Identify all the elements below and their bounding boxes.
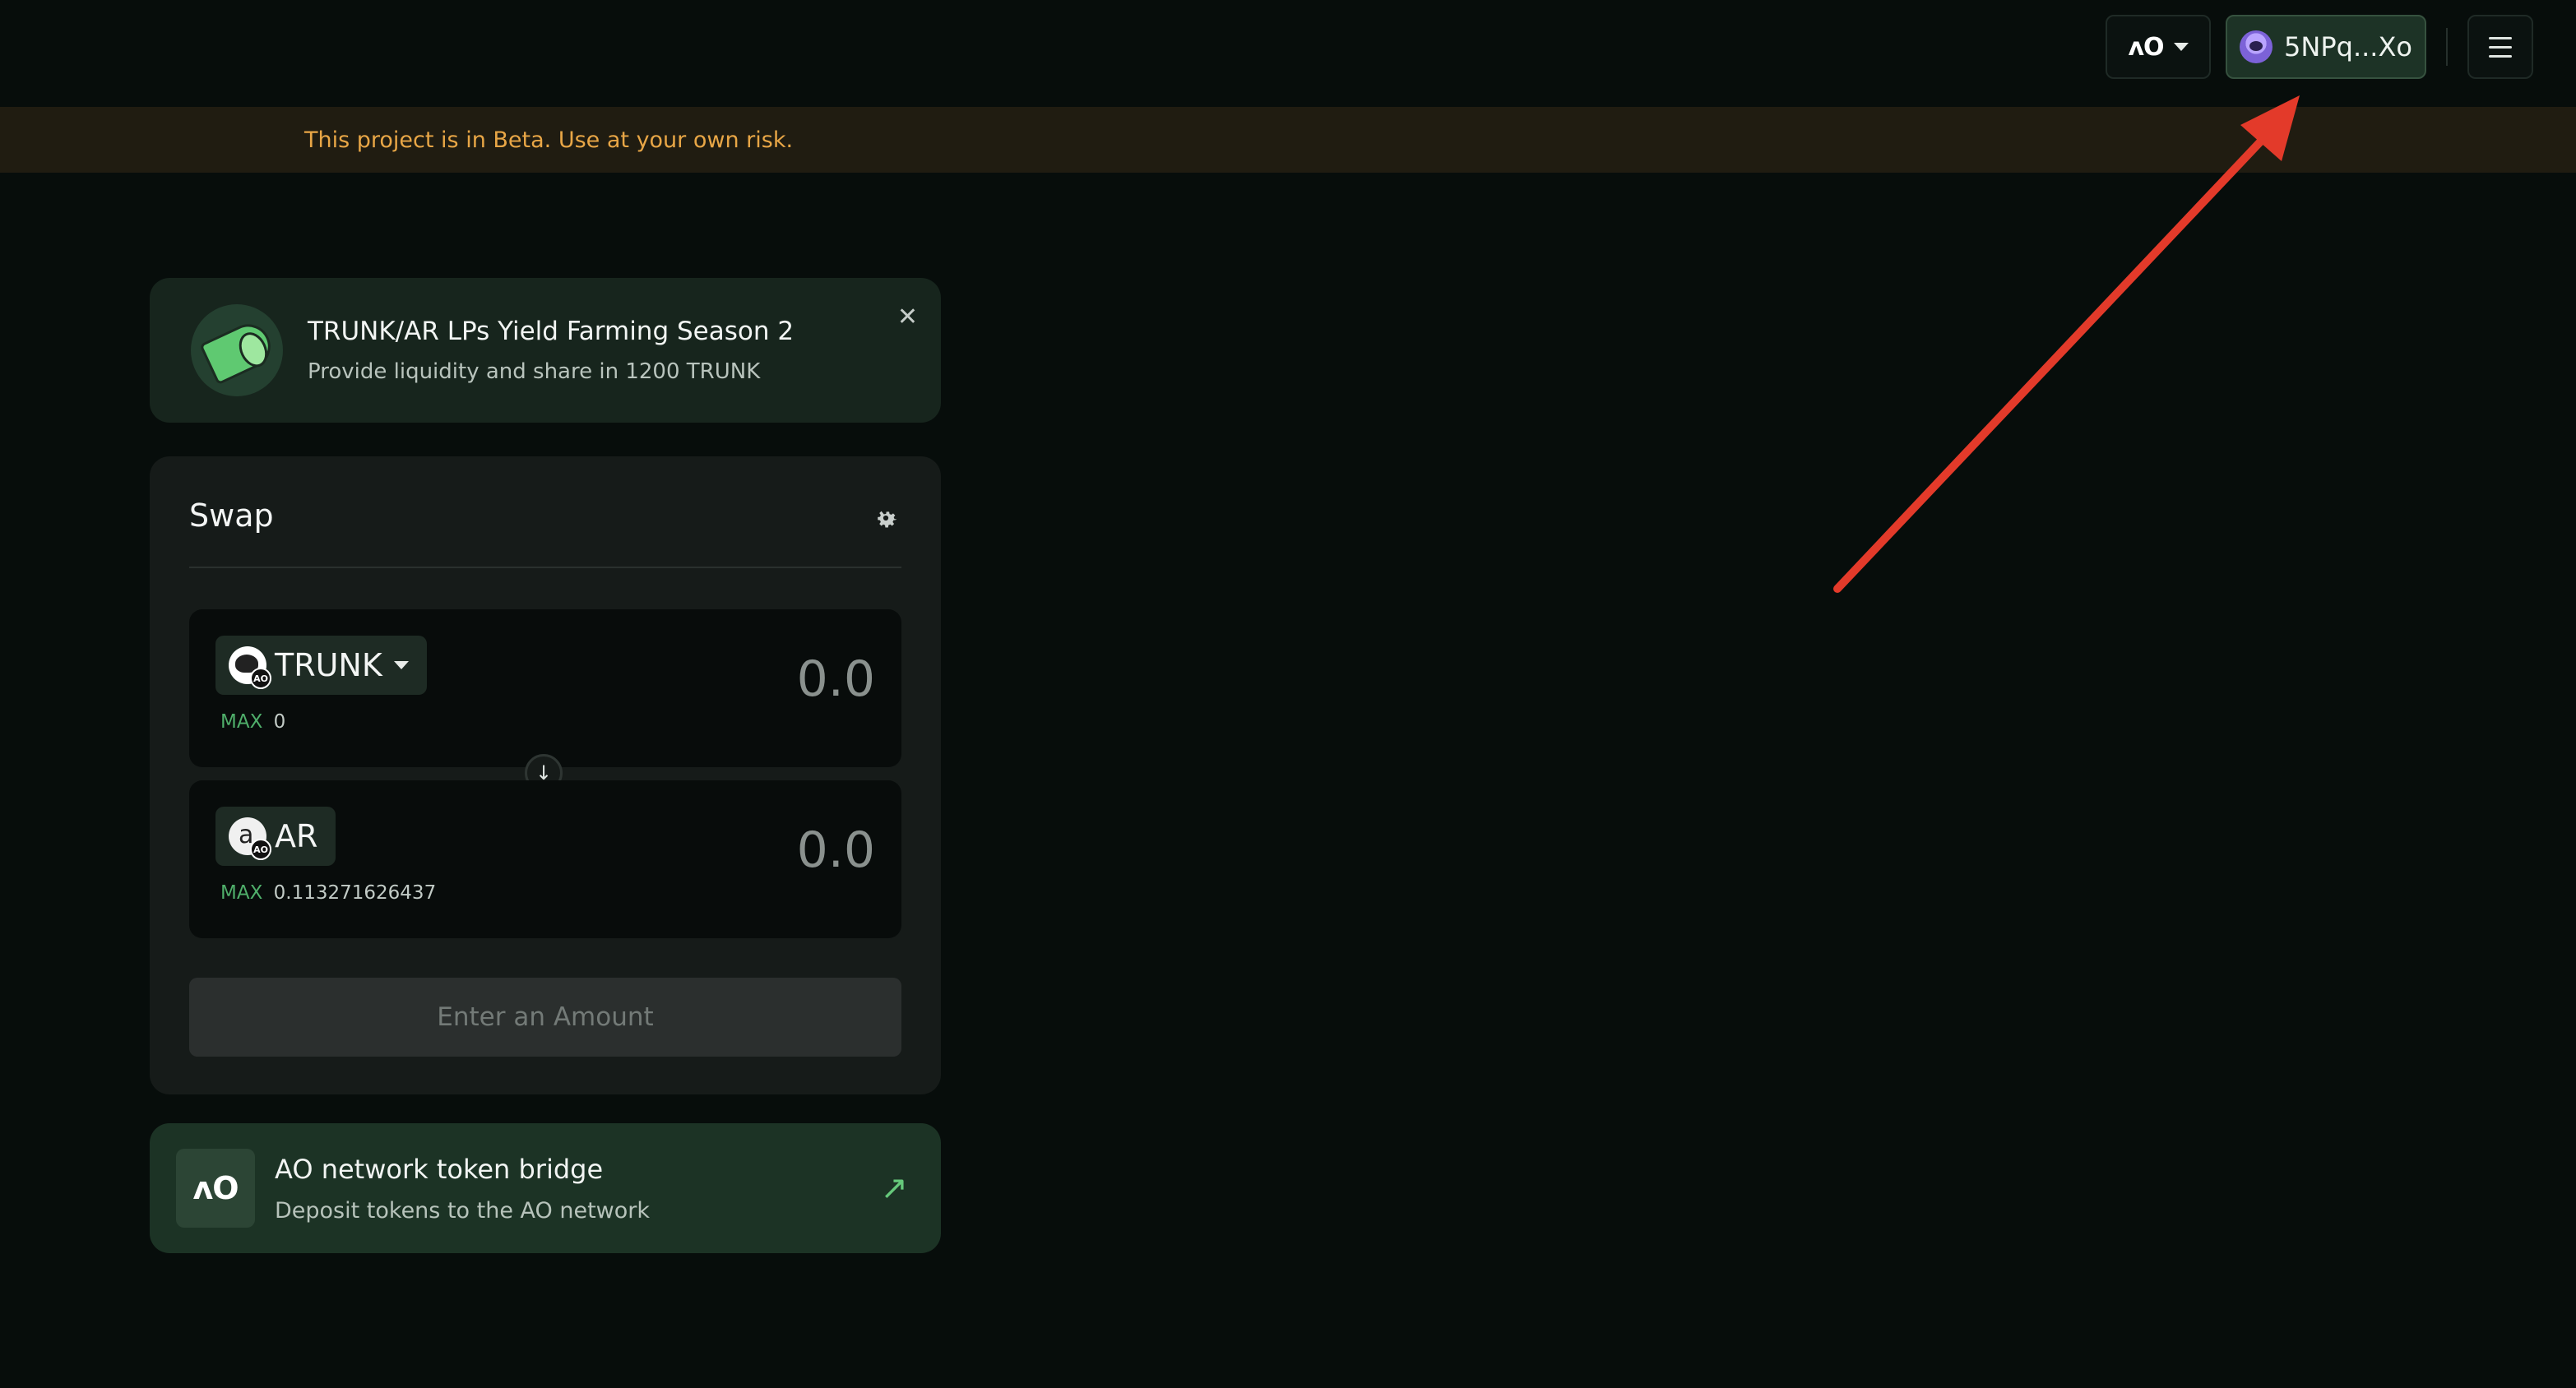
from-token-name: TRUNK	[275, 647, 382, 683]
ar-token-icon: AO	[229, 817, 271, 860]
swap-card: Swap AO TRUNK MAX 0 0.0 ↓ AO AR MAX	[150, 456, 941, 1094]
caret-down-icon	[393, 661, 409, 669]
max-value: 0	[273, 711, 286, 733]
close-icon[interactable]: ✕	[897, 303, 918, 331]
swap-title: Swap	[189, 497, 274, 534]
from-amount-input[interactable]: 0.0	[797, 650, 875, 708]
ao-badge-icon: AO	[250, 839, 271, 860]
to-token-selector[interactable]: AO AR	[215, 807, 336, 866]
megaphone-icon	[191, 304, 283, 396]
bridge-title: AO network token bridge	[275, 1153, 604, 1185]
wallet-address: 5NPq...Xo	[2284, 31, 2412, 62]
to-token-panel: AO AR MAX 0.113271626437 0.0	[189, 780, 901, 938]
ao-logo: ʌO	[2128, 32, 2164, 62]
to-max-row[interactable]: MAX 0.113271626437	[220, 882, 436, 904]
arrow-up-right-icon[interactable]: ↗	[880, 1169, 908, 1207]
swap-divider	[189, 567, 901, 568]
enter-amount-button[interactable]: Enter an Amount	[189, 978, 901, 1057]
wallet-button[interactable]: 5NPq...Xo	[2226, 15, 2426, 79]
menu-button[interactable]	[2467, 15, 2533, 79]
from-token-panel: AO TRUNK MAX 0 0.0	[189, 609, 901, 767]
gear-icon[interactable]	[872, 504, 900, 532]
header-divider	[2446, 28, 2448, 66]
ao-badge-icon: AO	[250, 668, 271, 689]
promo-title: TRUNK/AR LPs Yield Farming Season 2	[308, 317, 795, 346]
to-token-name: AR	[275, 818, 318, 854]
caret-down-icon	[2173, 43, 2189, 51]
promo-subtitle: Provide liquidity and share in 1200 TRUN…	[308, 359, 761, 384]
max-value: 0.113271626437	[273, 882, 437, 904]
from-max-row[interactable]: MAX 0	[220, 711, 285, 733]
avatar-icon	[2240, 30, 2273, 63]
from-token-selector[interactable]: AO TRUNK	[215, 636, 427, 695]
beta-banner-text: This project is in Beta. Use at your own…	[304, 127, 794, 153]
max-label: MAX	[220, 882, 263, 904]
annotation-arrow-shaft	[1833, 129, 2273, 593]
promo-card[interactable]: TRUNK/AR LPs Yield Farming Season 2 Prov…	[150, 278, 941, 423]
bridge-subtitle: Deposit tokens to the AO network	[275, 1197, 651, 1224]
max-label: MAX	[220, 711, 263, 733]
beta-banner: This project is in Beta. Use at your own…	[0, 107, 2576, 173]
header-controls: ʌO 5NPq...Xo	[2106, 15, 2533, 79]
trunk-token-icon: AO	[229, 646, 271, 689]
hamburger-menu-icon	[2489, 36, 2512, 39]
network-selector-button[interactable]: ʌO	[2106, 15, 2211, 79]
to-amount-input[interactable]: 0.0	[797, 821, 875, 879]
ao-logo: ʌO	[176, 1149, 255, 1228]
bridge-card[interactable]: ʌO AO network token bridge Deposit token…	[150, 1123, 941, 1253]
